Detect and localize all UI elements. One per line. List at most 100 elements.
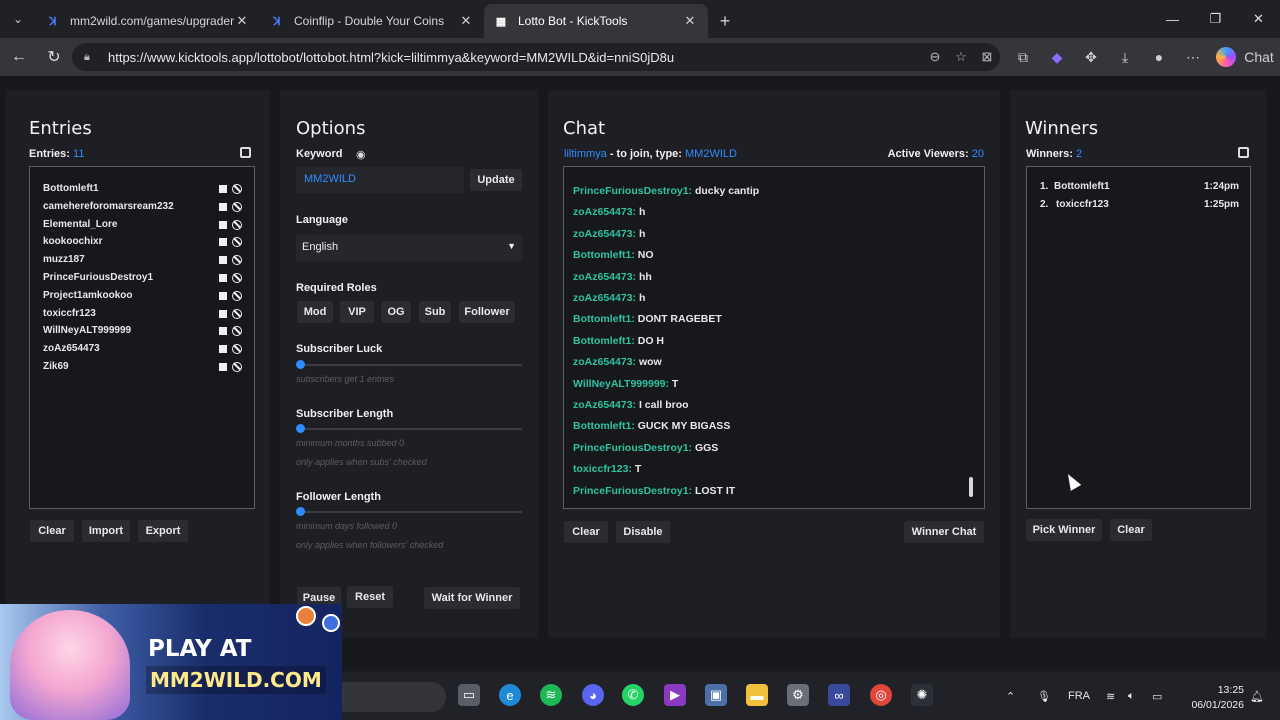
slider-knob[interactable]: [296, 360, 305, 369]
keyword-input[interactable]: MM2WILD: [296, 167, 464, 193]
role-follower-button[interactable]: Follower: [459, 301, 515, 323]
extension-icon[interactable]: ◆: [1040, 49, 1074, 66]
language-select[interactable]: English ▼: [296, 235, 522, 261]
wifi-icon[interactable]: ≋: [1106, 672, 1115, 720]
entry-select-checkbox[interactable]: [219, 238, 227, 247]
subscriber-luck-slider[interactable]: [296, 360, 522, 369]
visual-studio-icon[interactable]: ∞: [828, 684, 850, 706]
clear-winners-button[interactable]: Clear: [1110, 519, 1152, 541]
entry-select-checkbox[interactable]: [219, 185, 227, 193]
ban-entry-icon[interactable]: [232, 184, 242, 194]
role-sub-button[interactable]: Sub: [419, 301, 451, 323]
chat-username[interactable]: zoAz654473:: [573, 271, 636, 283]
battery-icon[interactable]: ▭: [1152, 672, 1162, 720]
role-og-button[interactable]: OG: [381, 301, 411, 323]
chat-username[interactable]: PrinceFuriousDestroy1:: [573, 485, 692, 497]
mm2wild-ad-overlay[interactable]: PLAY AT MM2WILD.COM: [0, 604, 342, 720]
ban-entry-icon[interactable]: [232, 362, 242, 372]
reset-button[interactable]: Reset: [347, 586, 393, 608]
minimize-icon[interactable]: —: [1151, 0, 1194, 38]
chat-scrollbar[interactable]: [969, 477, 973, 497]
close-tab-icon[interactable]: ✕: [458, 13, 474, 29]
volume-icon[interactable]: 🔈︎: [1128, 672, 1135, 720]
input-language[interactable]: FRA: [1068, 672, 1090, 720]
maximize-icon[interactable]: ❐: [1194, 0, 1237, 38]
ban-entry-icon[interactable]: [232, 237, 242, 248]
downloads-icon[interactable]: ⤓: [1108, 49, 1142, 66]
clear-entries-button[interactable]: Clear: [30, 520, 74, 542]
microphone-icon[interactable]: 🎙︎: [1037, 672, 1051, 720]
chat-username[interactable]: PrinceFuriousDestroy1:: [573, 442, 692, 454]
address-bar[interactable]: 🔒︎ https://www.kicktools.app/lottobot/lo…: [72, 43, 1000, 71]
pick-winner-button[interactable]: Pick Winner: [1026, 519, 1102, 541]
chat-username[interactable]: WillNeyALT999999:: [573, 378, 669, 390]
entry-select-checkbox[interactable]: [219, 327, 227, 336]
slider-knob[interactable]: [296, 424, 305, 433]
ban-entry-icon[interactable]: [232, 326, 242, 337]
tab-lotto-bot[interactable]: ▦ Lotto Bot - KickTools ✕: [484, 4, 708, 38]
edge-browser-icon[interactable]: e: [499, 684, 521, 706]
copy-winners-icon[interactable]: [1238, 147, 1249, 158]
taskbar-clock[interactable]: 13:25 06/01/2026: [1180, 683, 1244, 713]
ban-entry-icon[interactable]: [232, 273, 242, 283]
subscriber-length-slider[interactable]: [296, 424, 522, 433]
tracking-prevention-icon[interactable]: ⊠: [974, 49, 1000, 65]
slider-knob[interactable]: [296, 507, 305, 516]
new-tab-plus-icon[interactable]: +: [708, 4, 742, 38]
tray-chevron-icon[interactable]: ⌃: [1006, 672, 1015, 720]
entry-select-checkbox[interactable]: [219, 220, 227, 229]
profile-avatar-icon[interactable]: ●: [1142, 49, 1176, 65]
chat-username[interactable]: PrinceFuriousDestroy1:: [573, 185, 692, 197]
video-editor-icon[interactable]: ▶: [664, 684, 686, 706]
discord-icon[interactable]: ◕: [582, 684, 604, 706]
back-arrow-icon[interactable]: ←: [3, 41, 35, 73]
chat-username[interactable]: Bottomleft1:: [573, 335, 635, 347]
chat-username[interactable]: Bottomleft1:: [573, 420, 635, 432]
wait-for-winner-button[interactable]: Wait for Winner: [424, 587, 520, 609]
chrome-icon[interactable]: ◎: [870, 684, 892, 706]
notifications-icon[interactable]: 🔔︎: [1250, 672, 1264, 720]
favorite-star-icon[interactable]: ☆: [948, 49, 974, 65]
close-tab-icon[interactable]: ✕: [682, 13, 698, 29]
ban-entry-icon[interactable]: [232, 255, 242, 266]
close-tab-icon[interactable]: ✕: [234, 13, 250, 29]
entry-select-checkbox[interactable]: [219, 256, 227, 265]
ban-entry-icon[interactable]: [232, 219, 242, 230]
entry-select-checkbox[interactable]: [219, 345, 227, 354]
spotify-icon[interactable]: ≋: [540, 684, 562, 706]
file-explorer-icon[interactable]: ▬: [746, 684, 768, 706]
photos-icon[interactable]: ▣: [705, 684, 727, 706]
import-button[interactable]: Import: [82, 520, 130, 542]
ban-entry-icon[interactable]: [232, 308, 242, 319]
copilot-chat-button[interactable]: Chat: [1216, 47, 1276, 67]
zoom-icon[interactable]: ⊖: [922, 49, 948, 65]
follower-length-slider[interactable]: [296, 507, 522, 516]
site-info-icon[interactable]: 🔒︎: [84, 51, 98, 64]
entry-select-checkbox[interactable]: [219, 309, 227, 318]
update-keyword-button[interactable]: Update: [470, 169, 522, 191]
ban-entry-icon[interactable]: [232, 344, 242, 355]
chat-username[interactable]: zoAz654473:: [573, 356, 636, 368]
chat-username[interactable]: Bottomleft1:: [573, 249, 635, 261]
url-text[interactable]: https://www.kicktools.app/lottobot/lotto…: [108, 50, 922, 65]
chat-username[interactable]: toxiccfr123:: [573, 463, 632, 475]
ban-entry-icon[interactable]: [232, 201, 242, 212]
extensions-puzzle-icon[interactable]: ✥: [1074, 49, 1108, 66]
clear-chat-button[interactable]: Clear: [564, 521, 608, 543]
ad-close-icon[interactable]: [322, 614, 340, 632]
tab-upgrader[interactable]: ꓘ mm2wild.com/games/upgrader ✕: [36, 4, 260, 38]
copy-entries-icon[interactable]: [240, 147, 251, 158]
more-menu-icon[interactable]: ⋯: [1176, 49, 1210, 66]
entry-select-checkbox[interactable]: [219, 202, 227, 211]
whatsapp-icon[interactable]: ✆: [622, 684, 644, 706]
chat-username[interactable]: Bottomleft1:: [573, 313, 635, 325]
chat-username[interactable]: zoAz654473:: [573, 206, 636, 218]
close-window-icon[interactable]: ✕: [1237, 0, 1280, 38]
chat-username[interactable]: zoAz654473:: [573, 399, 636, 411]
ban-entry-icon[interactable]: [232, 290, 242, 301]
reload-icon[interactable]: ↻: [38, 41, 70, 73]
winner-chat-button[interactable]: Winner Chat: [904, 521, 984, 543]
chatgpt-icon[interactable]: ✺: [911, 684, 933, 706]
chat-username[interactable]: zoAz654473:: [573, 292, 636, 304]
entry-select-checkbox[interactable]: [219, 274, 227, 282]
